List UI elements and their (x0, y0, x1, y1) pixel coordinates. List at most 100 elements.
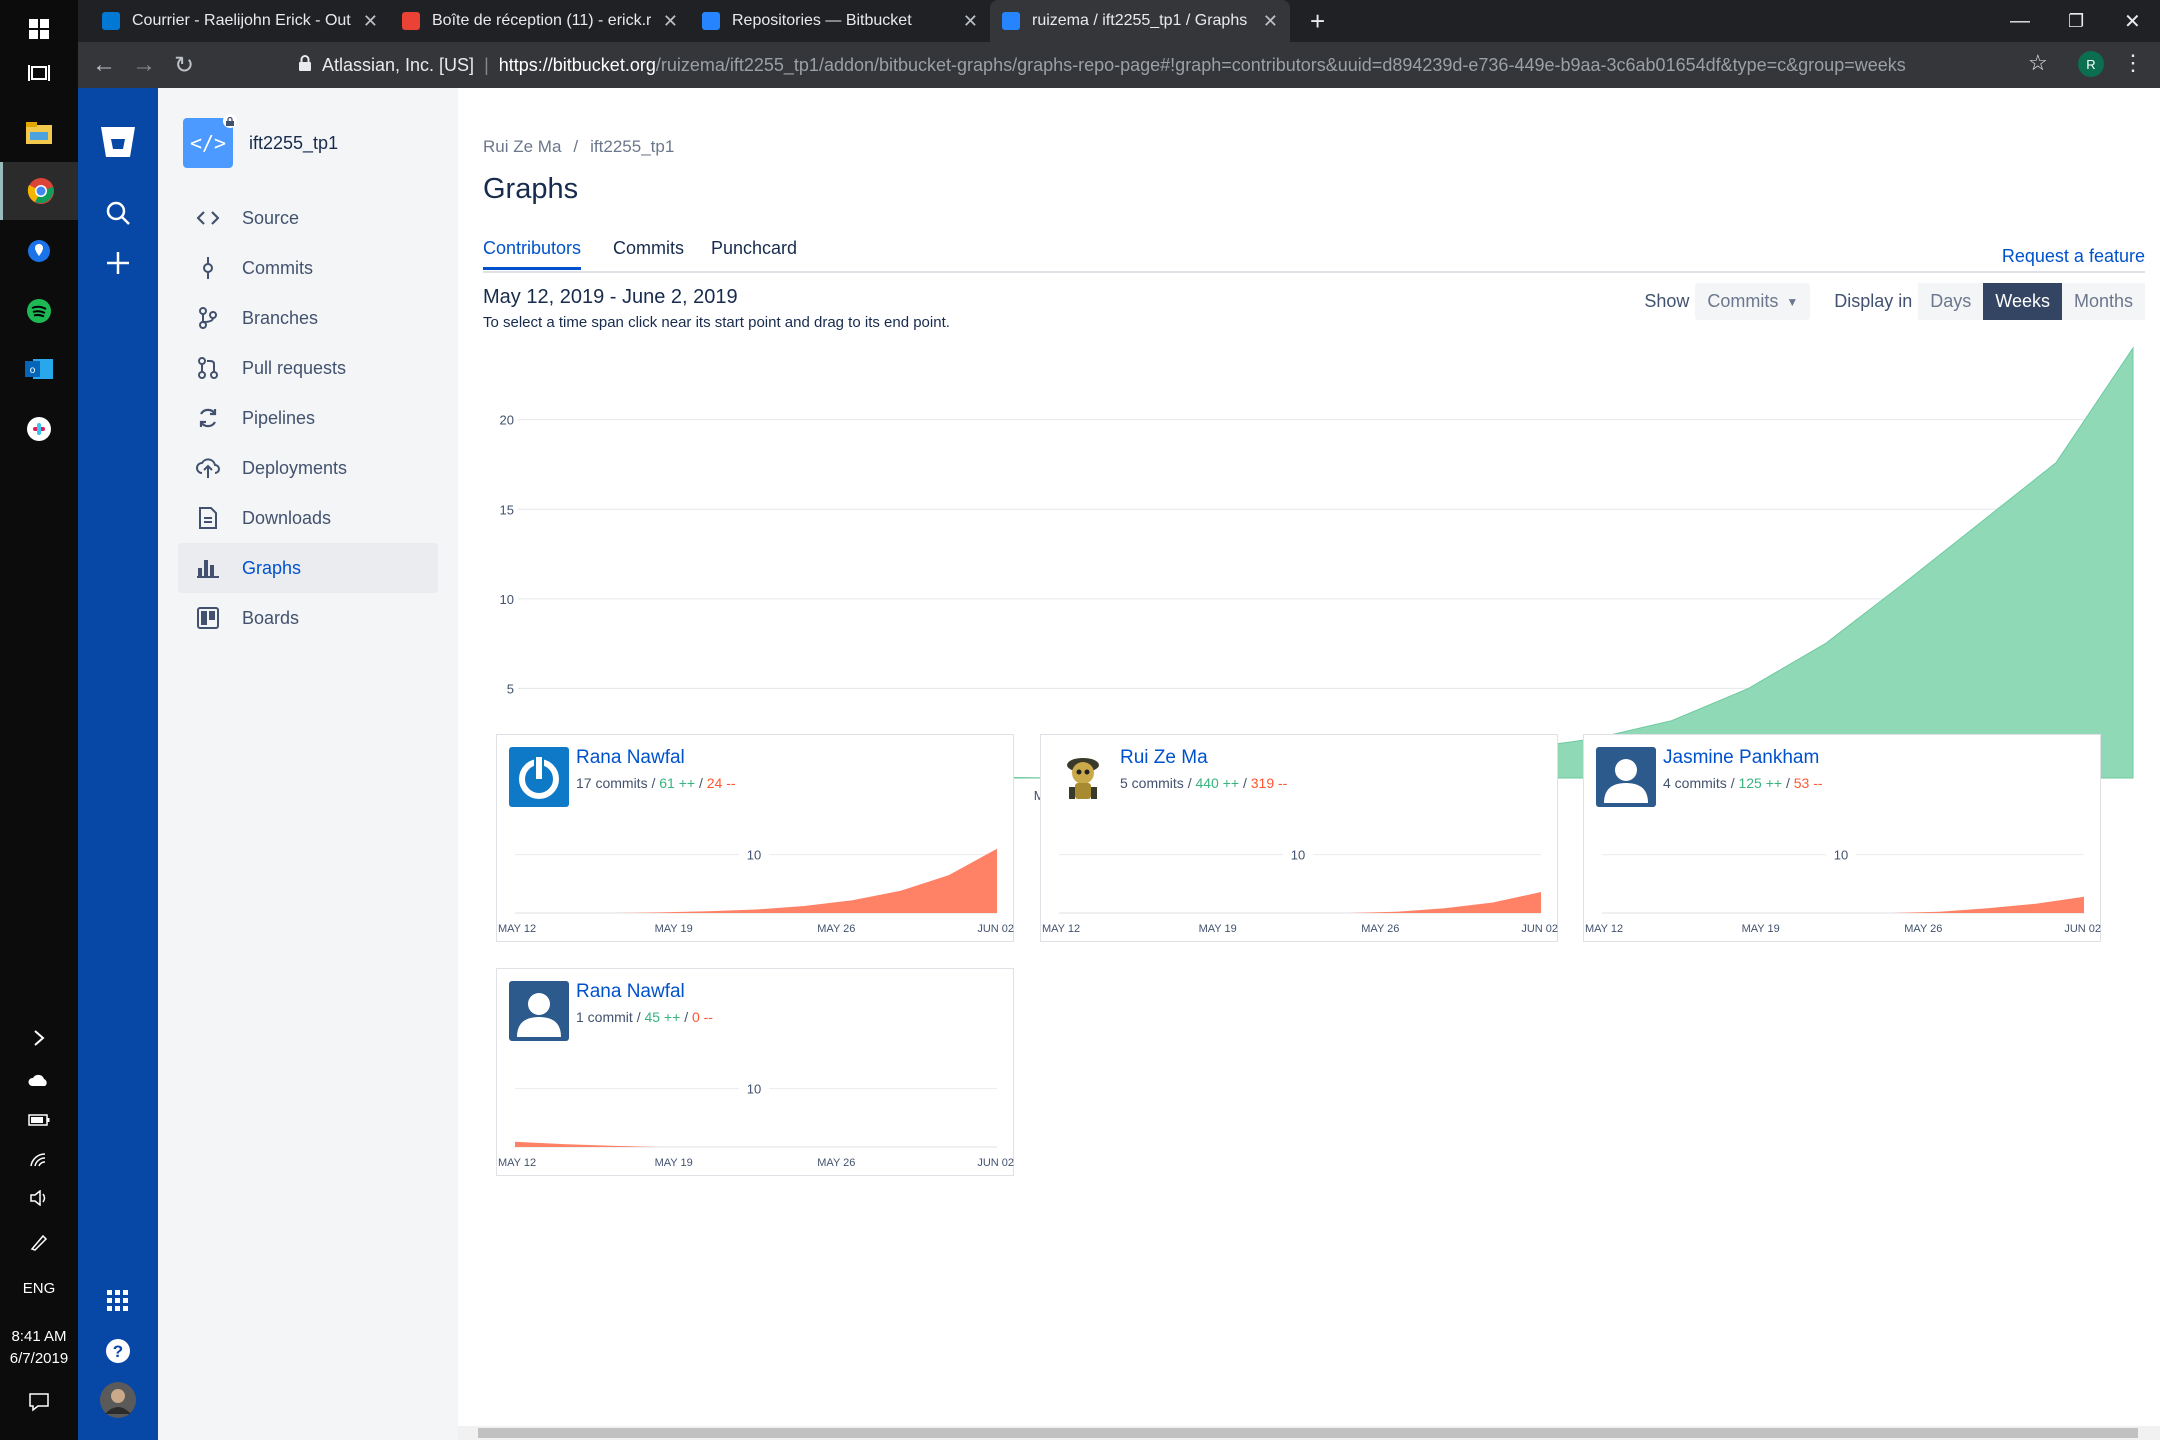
clock-time[interactable]: 8:41 AM (0, 1328, 78, 1345)
browser-tab-outlook[interactable]: Courrier - Raelijohn Erick - Outlo ✕ (90, 0, 390, 42)
task-view-icon[interactable] (0, 44, 78, 102)
restore-icon[interactable]: ❐ (2056, 0, 2096, 42)
user-avatar[interactable] (78, 1382, 158, 1418)
sidebar-item-downloads[interactable]: Downloads (178, 493, 438, 543)
clock-date[interactable]: 6/7/2019 (0, 1350, 78, 1367)
default-avatar[interactable] (1596, 747, 1656, 807)
contributor-card: Rana Nawfal 1 commit / 45 ++ / 0 -- 10 MA… (496, 968, 1014, 1176)
lines-added: 440 ++ (1195, 775, 1240, 791)
sidebar-item-label: Pipelines (242, 407, 316, 428)
close-tab-icon[interactable]: ✕ (663, 11, 678, 32)
sidebar-item-commits[interactable]: Commits (178, 243, 438, 293)
series-area (517, 346, 2134, 779)
contributor-name[interactable]: Rana Nawfal (576, 981, 685, 1003)
display-weeks-button[interactable]: Weeks (1983, 283, 2062, 320)
bookmark-star-icon[interactable]: ☆ (2028, 50, 2048, 76)
sidebar-item-pull-requests[interactable]: Pull requests (178, 343, 438, 393)
tab-punchcard[interactable]: Punchcard (711, 238, 797, 267)
outlook-icon[interactable]: o (0, 340, 78, 398)
sidebar-item-branches[interactable]: Branches (178, 293, 438, 343)
sidebar-item-deployments[interactable]: Deployments (178, 443, 438, 493)
spotify-icon[interactable] (0, 282, 78, 340)
gmail-favicon (402, 12, 420, 30)
sidebar-item-graphs[interactable]: Graphs (178, 543, 438, 593)
browser-tab-strip: Courrier - Raelijohn Erick - Outlo ✕ Boî… (78, 0, 2160, 42)
forward-icon[interactable]: → (124, 51, 164, 79)
repository-sidebar: </> ift2255_tp1 Source Commits Branches … (158, 88, 458, 1440)
display-months-button[interactable]: Months (2061, 283, 2145, 320)
search-icon[interactable] (78, 200, 158, 226)
contributor-stats: 17 commits / 61 ++ / 24 -- (576, 775, 736, 791)
app-switcher-icon[interactable] (78, 1290, 158, 1312)
chrome-taskbar-icon[interactable] (0, 162, 78, 220)
show-dropdown[interactable]: Commits ▼ (1695, 283, 1811, 320)
bitbucket-logo-icon[interactable] (78, 126, 158, 158)
contributor-name[interactable]: Jasmine Pankham (1663, 747, 1819, 769)
maps-icon[interactable] (0, 222, 78, 280)
horizontal-scrollbar[interactable] (458, 1426, 2160, 1440)
close-tab-icon[interactable]: ✕ (963, 11, 978, 32)
browser-tab-graphs[interactable]: ruizema / ift2255_tp1 / Graphs — ✕ (990, 0, 1290, 42)
tab-contributors[interactable]: Contributors (483, 238, 582, 270)
contributor-stats: 1 commit / 45 ++ / 0 -- (576, 1009, 713, 1025)
menu-kebab-icon[interactable]: ⋮ (2122, 50, 2144, 76)
x-tick-label: MAY 26 (817, 1157, 855, 1169)
help-icon[interactable]: ? (78, 1338, 158, 1364)
profile-avatar[interactable]: R (2078, 51, 2104, 77)
deployments-icon (190, 457, 226, 479)
x-tick-label: MAY 12 (1585, 923, 1623, 935)
close-tab-icon[interactable]: ✕ (1263, 11, 1278, 32)
bitbucket-favicon (702, 12, 720, 30)
file-explorer-icon[interactable] (0, 104, 78, 162)
address-bar[interactable]: Atlassian, Inc. [US] | https://bitbucket… (298, 49, 2078, 81)
close-window-icon[interactable]: ✕ (2112, 0, 2152, 42)
language-indicator[interactable]: ENG (0, 1280, 78, 1297)
contributor-stats: 5 commits / 440 ++ / 319 -- (1120, 775, 1287, 791)
default-avatar[interactable] (509, 981, 569, 1041)
back-icon[interactable]: ← (84, 51, 124, 79)
boards-icon (190, 607, 226, 629)
contributor-name[interactable]: Rui Ze Ma (1120, 747, 1208, 769)
sidebar-item-pipelines[interactable]: Pipelines (178, 393, 438, 443)
x-tick-label: JUN 02 (2064, 923, 2101, 935)
slack-icon[interactable] (0, 400, 78, 458)
create-plus-icon[interactable] (78, 250, 158, 276)
svg-text:?: ? (113, 1342, 123, 1361)
sidebar-item-label: Deployments (242, 457, 348, 478)
scrollbar-thumb[interactable] (478, 1428, 2138, 1438)
character-avatar[interactable] (1053, 747, 1113, 807)
y-tick-label: 15 (500, 502, 514, 517)
reload-icon[interactable]: ↻ (164, 51, 204, 80)
graph-tabs: Contributors Commits Punchcard (483, 238, 2145, 273)
x-tick-label: MAY 19 (1742, 923, 1780, 935)
sidebar-item-label: Downloads (242, 507, 332, 528)
browser-tab-repositories[interactable]: Repositories — Bitbucket ✕ (690, 0, 990, 42)
x-tick-label: MAY 26 (1904, 923, 1942, 935)
browser-tab-gmail[interactable]: Boîte de réception (11) - erick.rac ✕ (390, 0, 690, 42)
tab-title: Boîte de réception (11) - erick.rac (432, 12, 651, 29)
repository-avatar: </> (183, 114, 237, 168)
contributor-name[interactable]: Rana Nawfal (576, 747, 685, 769)
breadcrumb-repo[interactable]: ift2255_tp1 (590, 137, 674, 156)
close-tab-icon[interactable]: ✕ (363, 11, 378, 32)
sidebar-item-source[interactable]: Source (178, 193, 438, 243)
notifications-icon[interactable] (0, 1376, 78, 1428)
date-range: May 12, 2019 - June 2, 2019 (483, 286, 738, 308)
request-feature-link[interactable]: Request a feature (2002, 246, 2145, 267)
minimize-icon[interactable]: — (1998, 0, 2038, 42)
power-avatar[interactable] (509, 747, 569, 807)
contributor-card: Jasmine Pankham 4 commits / 125 ++ / 53 … (1583, 734, 2101, 942)
contributor-card: Rui Ze Ma 5 commits / 440 ++ / 319 -- 10… (1040, 734, 1558, 942)
tab-title: Courrier - Raelijohn Erick - Outlo (132, 12, 351, 29)
tab-commits[interactable]: Commits (613, 238, 684, 267)
lines-deleted: 319 -- (1250, 775, 1288, 791)
repository-header[interactable]: </> ift2255_tp1 (183, 114, 338, 168)
pen-icon[interactable] (0, 1212, 78, 1272)
display-days-button[interactable]: Days (1918, 283, 1984, 320)
contributor-commits-chart: 10 MAY 12 MAY 19 MAY 26 JUN 02 (498, 845, 1014, 935)
x-tick-label: MAY 26 (1361, 923, 1399, 935)
sidebar-item-boards[interactable]: Boards (178, 593, 438, 643)
breadcrumb-owner[interactable]: Rui Ze Ma (483, 137, 561, 156)
series-area (515, 1141, 997, 1147)
new-tab-button[interactable]: + (1298, 0, 1342, 42)
